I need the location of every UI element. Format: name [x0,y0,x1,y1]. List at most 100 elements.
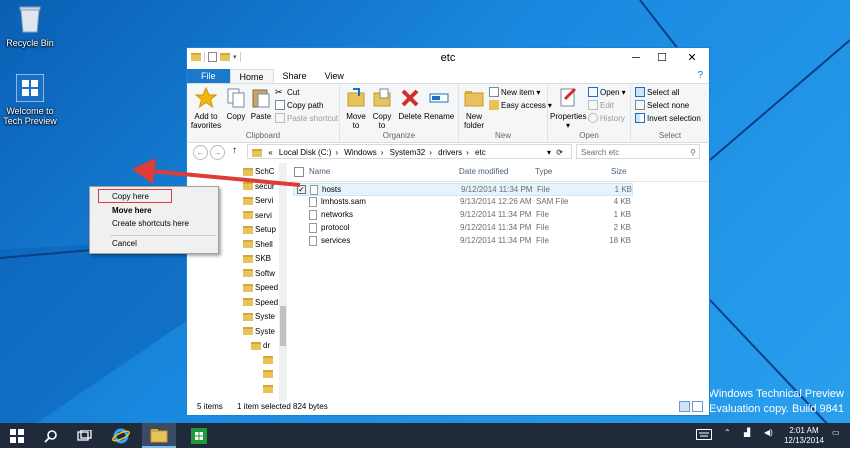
folder-icon [243,167,253,176]
new-item-button[interactable]: New item ▾ [489,87,540,97]
add-to-favorites-button[interactable]: Add to favorites [190,86,222,130]
nav-item[interactable] [263,384,275,393]
nav-item[interactable]: Setup [243,225,276,234]
nav-item-label: Softw [255,268,276,278]
copy-to-button[interactable]: Copy to [370,87,394,130]
address-bar[interactable]: « Local Disk (C:) › Windows › System32 › dr… [247,144,572,159]
file-size: 2 KB [613,223,631,232]
select-all-checkbox[interactable] [294,167,304,179]
task-view-icon [77,429,92,441]
volume-icon[interactable]: ◀) [764,428,773,453]
select-all-button[interactable]: Select all [635,87,679,97]
taskbar-file-explorer[interactable] [142,423,176,448]
history-button[interactable]: History [588,113,625,123]
edit-icon [588,100,598,110]
file-row[interactable]: protocol 9/12/2014 11:34 PM File 2 KB [293,222,633,235]
keyboard-icon[interactable] [696,429,712,454]
open-button[interactable]: Open ▾ [588,87,626,97]
breadcrumb-etc[interactable]: etc [475,148,486,157]
refresh-icon[interactable]: ⟳ [556,145,563,158]
menu-item-cancel[interactable]: Cancel [112,239,137,248]
nav-item[interactable]: Syste [243,312,275,321]
move-to-button[interactable]: Move to [344,87,368,130]
column-header-date[interactable]: Date modified [459,167,508,176]
column-header-size[interactable]: Size [611,167,627,176]
back-button[interactable]: ← [193,145,208,160]
paste-shortcut-button[interactable]: Paste shortcut [275,113,338,123]
store-icon [191,427,207,444]
nav-item[interactable]: Softw [243,269,275,278]
tab-home[interactable]: Home [229,69,274,84]
details-view-icon[interactable] [679,401,690,412]
cut-button[interactable]: ✂ Cut [275,87,299,97]
forward-button[interactable]: → [210,145,225,160]
nav-item[interactable] [263,355,275,364]
file-row[interactable]: networks 9/12/2014 11:34 PM File 1 KB [293,209,633,222]
desktop-icon-welcome[interactable]: Welcome to Tech Preview [0,73,60,126]
menu-item-move-here[interactable]: Move here [112,206,152,215]
copy-button[interactable]: Copy [225,87,247,121]
menu-item-create-shortcuts-here[interactable]: Create shortcuts here [112,219,189,228]
chevron-up-icon[interactable]: ⌃ [724,428,731,453]
title-bar[interactable]: ▾ etc ─ ☐ ✕ [187,48,709,69]
file-row[interactable]: lmhosts.sam 9/13/2014 12:26 AM SAM File 4 K… [293,196,633,209]
breadcrumb-local-disk[interactable]: Local Disk (C:) [279,148,331,157]
new-folder-button[interactable]: New folder [461,87,487,130]
task-view-button[interactable] [68,423,102,448]
desktop-icon-recycle-bin[interactable]: Recycle Bin [0,4,60,48]
menu-item-copy-here[interactable]: Copy here [112,192,149,201]
breadcrumb-windows[interactable]: Windows [344,148,376,157]
nav-item-label: Speed [255,297,279,307]
nav-scrollbar[interactable] [279,163,287,401]
copy-path-button[interactable]: Copy path [275,100,323,110]
breadcrumb-drivers[interactable]: drivers [438,148,462,157]
tab-share[interactable]: Share [274,69,316,84]
tab-view[interactable]: View [316,69,353,84]
nav-item[interactable]: SKB [243,254,271,263]
start-button[interactable] [0,423,34,448]
easy-access-button[interactable]: Easy access ▾ [489,100,552,110]
search-input[interactable]: Search etc ⚲ [576,144,700,159]
nav-item[interactable]: secur [243,182,275,191]
nav-item[interactable]: dr [251,341,270,350]
file-size: 4 KB [613,197,631,206]
nav-item[interactable] [263,370,275,378]
copy-icon [227,88,245,108]
breadcrumb-system32[interactable]: System32 [390,148,426,157]
maximize-button[interactable]: ☐ [649,48,675,68]
notifications-icon[interactable]: ▭ [832,428,840,453]
invert-selection-button[interactable]: Invert selection [635,113,701,123]
tab-file[interactable]: File [187,69,230,84]
nav-item[interactable]: Shell [243,240,273,249]
column-header-type[interactable]: Type [535,167,552,176]
close-button[interactable]: ✕ [675,48,709,68]
properties-button[interactable]: Properties ▾ [550,87,586,130]
network-icon[interactable]: ▟ [744,428,750,453]
row-checkbox[interactable]: ✓ [297,185,306,194]
taskbar-clock[interactable]: 2:01 AM 12/13/2014 [784,426,824,446]
up-button[interactable]: ↑ [232,145,237,156]
minimize-button[interactable]: ─ [623,48,649,68]
file-row[interactable]: services 9/12/2014 11:34 PM File 18 KB [293,235,633,248]
nav-item[interactable]: servi [243,211,272,220]
nav-item[interactable]: SchC [243,167,275,176]
chevron-down-icon[interactable]: ▾ [547,145,551,158]
nav-item[interactable]: Syste [243,327,275,336]
file-row[interactable]: ✓ hosts 9/12/2014 11:34 PM File 1 KB [293,183,633,196]
search-button[interactable] [34,423,68,448]
nav-scroll-thumb[interactable] [280,306,286,346]
file-date: 9/13/2014 12:26 AM [460,197,532,206]
select-none-button[interactable]: Select none [635,100,689,110]
nav-item[interactable]: Speed [243,298,278,307]
nav-item[interactable]: Servi [243,196,273,205]
nav-item[interactable]: Speed [243,283,278,292]
column-header-name[interactable]: Name [309,167,330,176]
edit-button[interactable]: Edit [588,100,614,110]
taskbar-internet-explorer[interactable] [104,423,138,448]
help-icon[interactable]: ? [697,70,703,81]
delete-button[interactable]: Delete [398,87,422,121]
large-icons-view-icon[interactable] [692,401,703,412]
taskbar-store[interactable] [182,423,216,448]
paste-button[interactable]: Paste [249,87,273,121]
rename-button[interactable]: Rename [424,87,454,121]
